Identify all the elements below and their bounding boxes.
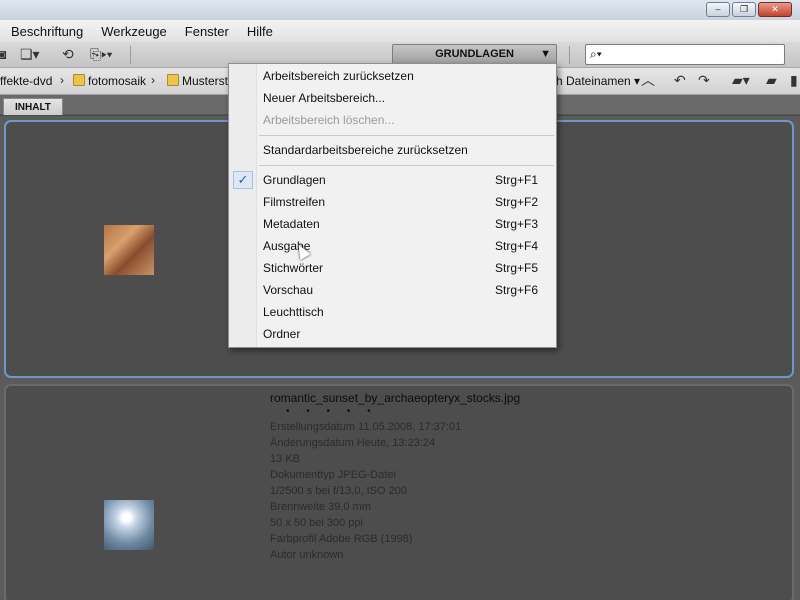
menu-item-shortcut: Strg+F5	[495, 261, 539, 275]
menu-item-label: Neuer Arbeitsbereich...	[263, 91, 386, 105]
menu-item-label: Stichwörter	[263, 261, 324, 275]
menu-item-shortcut: Strg+F3	[495, 217, 539, 231]
menu-item-shortcut: Strg+F4	[495, 239, 539, 253]
menu-item-label: Ordner	[263, 327, 301, 341]
camera-icon[interactable]: ◙	[0, 46, 6, 63]
menu-item-label: Leuchttisch	[263, 305, 324, 319]
search-input[interactable]: ⌕▾	[585, 44, 785, 65]
menu-item-leuchttisch[interactable]: Leuchttisch	[229, 301, 556, 323]
file-card[interactable]: romantic_sunset_by_archaeopteryx_stocks.…	[4, 384, 794, 600]
path-item-effekte-dvd[interactable]: ffekte-dvd	[0, 74, 52, 88]
folder-icon	[167, 74, 179, 86]
rotate-left-icon[interactable]: ↶	[674, 72, 686, 89]
path-item-musterst[interactable]: Musterst	[167, 74, 228, 88]
menu-separator	[259, 135, 554, 136]
menu-hilfe[interactable]: Hilfe	[238, 24, 282, 39]
sort-dropdown[interactable]: h Dateinamen ▾	[556, 74, 640, 88]
file-thumbnail[interactable]	[104, 500, 154, 550]
file-thumbnail[interactable]	[104, 225, 154, 275]
meta-size: 13 KB	[270, 453, 300, 465]
menu-item-metadaten[interactable]: Metadaten Strg+F3	[229, 213, 556, 235]
rating-stars[interactable]: • • • • •	[286, 406, 378, 417]
workspace-switcher-button[interactable]: GRUNDLAGEN ▼	[392, 44, 557, 65]
meta-type: Dokumenttyp JPEG-Datei	[270, 469, 396, 481]
menu-item-label: Grundlagen	[263, 173, 326, 187]
menu-item-grundlagen[interactable]: ✓ Grundlagen Strg+F1	[229, 169, 556, 191]
menu-separator	[259, 165, 554, 166]
menu-item-shortcut: Strg+F1	[495, 173, 539, 187]
meta-dimensions: 50 x 50 bei 300 ppi	[270, 517, 363, 529]
tab-inhalt[interactable]: INHALT	[3, 98, 63, 115]
rotate-right-icon[interactable]: ↷	[698, 72, 710, 89]
window-controls: – ❐ ✕	[706, 2, 792, 17]
menu-bar: Beschriftung Werkzeuge Fenster Hilfe	[0, 20, 800, 42]
menu-item-shortcut: Strg+F2	[495, 195, 539, 209]
menu-item-filmstreifen[interactable]: Filmstreifen Strg+F2	[229, 191, 556, 213]
path-item-fotomosaik[interactable]: fotomosaik	[73, 74, 146, 88]
close-button[interactable]: ✕	[758, 2, 792, 17]
menu-item-reset-default-workspaces[interactable]: Standardarbeitsbereiche zurücksetzen	[229, 139, 556, 161]
trash-icon[interactable]: ▮	[790, 72, 798, 89]
chevron-right-icon[interactable]: ›	[60, 73, 64, 87]
chevron-right-icon[interactable]: ›	[151, 73, 155, 87]
new-folder-icon[interactable]: ▰	[766, 72, 777, 89]
toolbar-separator	[569, 46, 570, 64]
menu-item-label: Arbeitsbereich löschen...	[263, 113, 395, 127]
menu-item-label: Vorschau	[263, 283, 314, 297]
menu-item-label: Metadaten	[263, 217, 320, 231]
open-folder-icon[interactable]: ▰▾	[732, 72, 750, 89]
restore-button[interactable]: ❐	[732, 2, 756, 17]
refresh-icon[interactable]: ⟲	[62, 46, 74, 63]
menu-item-label: Arbeitsbereich zurücksetzen	[263, 69, 414, 83]
meta-author: Autor unknown	[270, 549, 344, 561]
path-label: Musterst	[182, 74, 229, 88]
chevron-down-icon: ▼	[540, 48, 551, 60]
menu-item-new-workspace[interactable]: Neuer Arbeitsbereich...	[229, 87, 556, 109]
meta-exposure: 1/2500 s bei f/13,0, ISO 200	[270, 485, 407, 497]
menu-item-label: Standardarbeitsbereiche zurücksetzen	[263, 143, 468, 157]
title-bar: – ❐ ✕	[0, 0, 800, 20]
meta-color-profile: Farbprofil Adobe RGB (1998)	[270, 533, 413, 545]
workspace-dropdown-menu: Arbeitsbereich zurücksetzen Neuer Arbeit…	[228, 63, 557, 348]
sort-ascending-icon[interactable]: ︿	[641, 72, 655, 89]
menu-item-stichwoerter[interactable]: Stichwörter Strg+F5	[229, 257, 556, 279]
export-icon[interactable]: ⎘▸▾	[90, 46, 112, 63]
menu-item-delete-workspace: Arbeitsbereich löschen...	[229, 109, 556, 131]
menu-item-reset-workspace[interactable]: Arbeitsbereich zurücksetzen	[229, 65, 556, 87]
menu-item-ordner[interactable]: Ordner	[229, 323, 556, 345]
meta-modified: Änderungsdatum Heute, 13:23:24	[270, 437, 436, 449]
file-name: romantic_sunset_by_archaeopteryx_stocks.…	[270, 391, 521, 405]
folder-icon	[73, 74, 85, 86]
meta-created: Erstellungsdatum 11.05.2008, 17:37:01	[270, 421, 462, 433]
minimize-button[interactable]: –	[706, 2, 730, 17]
menu-item-label: Filmstreifen	[263, 195, 326, 209]
copy-pages-icon[interactable]: ❏▾	[20, 46, 40, 63]
menu-beschriftung[interactable]: Beschriftung	[2, 24, 92, 39]
path-label: fotomosaik	[88, 74, 147, 88]
menu-fenster[interactable]: Fenster	[176, 24, 238, 39]
workspace-label: GRUNDLAGEN	[435, 48, 514, 60]
menu-item-shortcut: Strg+F6	[495, 283, 539, 297]
menu-item-ausgabe[interactable]: Ausgabe Strg+F4	[229, 235, 556, 257]
menu-werkzeuge[interactable]: Werkzeuge	[92, 24, 176, 39]
menu-item-vorschau[interactable]: Vorschau Strg+F6	[229, 279, 556, 301]
meta-focal-length: Brennweite 39,0 mm	[270, 501, 371, 513]
search-icon: ⌕▾	[590, 47, 602, 61]
checkmark-icon: ✓	[233, 171, 253, 189]
toolbar-separator	[130, 46, 131, 64]
